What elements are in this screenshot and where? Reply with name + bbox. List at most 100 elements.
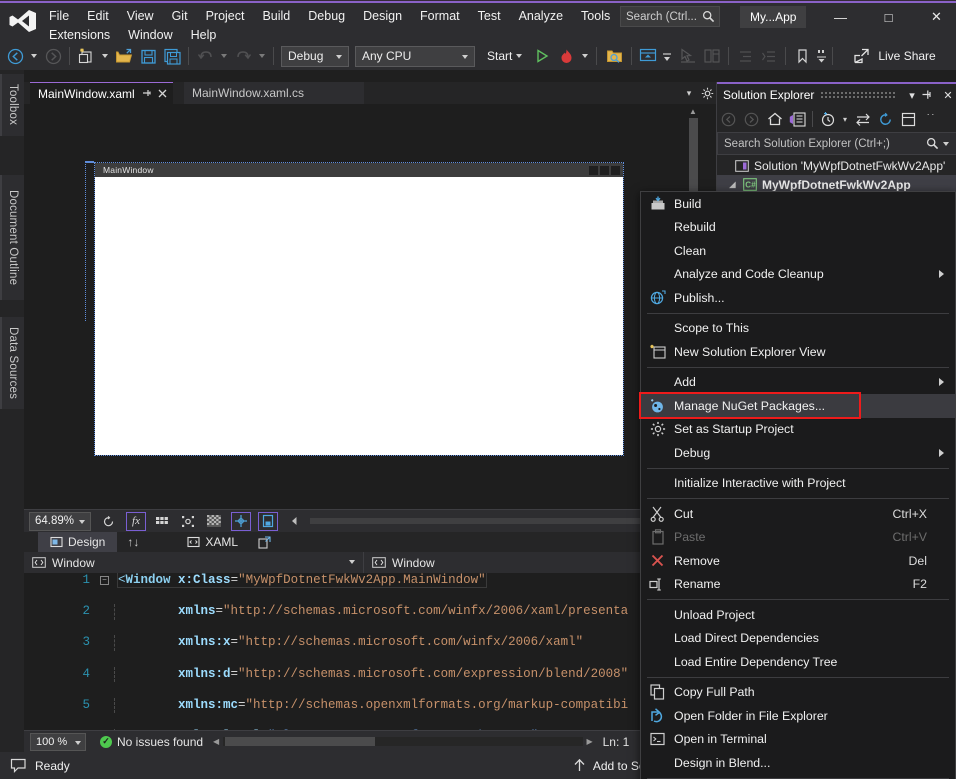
close-tab-icon[interactable] xyxy=(158,89,167,98)
search-solution-button[interactable] xyxy=(603,45,627,67)
maximize-button[interactable]: □ xyxy=(866,2,911,32)
hot-reload-dropdown-icon[interactable] xyxy=(582,54,588,58)
tab-xaml[interactable]: XAML xyxy=(175,532,250,552)
context-menu-item-new-solution-explorer-view[interactable]: New Solution Explorer View xyxy=(641,340,955,364)
enable-project-code-icon[interactable] xyxy=(258,512,278,531)
context-menu-item-publish[interactable]: Publish... xyxy=(641,286,955,310)
new-project-dropdown-icon[interactable] xyxy=(102,54,108,58)
code-line[interactable]: 3 xmlns:x="http://schemas.microsoft.com/… xyxy=(24,635,700,651)
navigate-forward-icon[interactable] xyxy=(740,108,763,130)
menu-item-view[interactable]: View xyxy=(118,7,163,25)
context-menu-item-unload-project[interactable]: Unload Project xyxy=(641,603,955,627)
preview-dropdown-icon[interactable] xyxy=(660,45,673,67)
menu-item-edit[interactable]: Edit xyxy=(78,7,118,25)
issues-indicator[interactable]: ✓ No issues found xyxy=(100,735,203,749)
xaml-designer-surface[interactable]: MainWindow ▲ xyxy=(24,104,700,509)
code-line[interactable]: 2 xmlns="http://schemas.microsoft.com/wi… xyxy=(24,604,700,620)
context-menu-item-rebuild[interactable]: Rebuild xyxy=(641,216,955,240)
panel-menu-icon[interactable]: ▾ xyxy=(903,89,921,102)
menu-item-build[interactable]: Build xyxy=(253,7,299,25)
context-menu-item-debug[interactable]: Debug xyxy=(641,441,955,465)
show-transparency-grid-icon[interactable] xyxy=(204,512,224,531)
undo-button[interactable] xyxy=(193,45,217,67)
context-menu-item-clean[interactable]: Clean xyxy=(641,239,955,263)
pending-changes-dropdown-icon[interactable]: ▾ xyxy=(839,108,851,130)
navigate-backward-dropdown-icon[interactable] xyxy=(31,54,37,58)
pin-panel-icon[interactable] xyxy=(921,89,939,101)
context-menu-item-design-in-blend[interactable]: Design in Blend... xyxy=(641,751,955,775)
menu-item-format[interactable]: Format xyxy=(411,7,469,25)
menu-item-extensions[interactable]: Extensions xyxy=(40,26,119,44)
context-menu-item-load-entire-dependency-tree[interactable]: Load Entire Dependency Tree xyxy=(641,650,955,674)
scroll-right-icon[interactable]: ▶ xyxy=(583,737,597,746)
open-file-button[interactable] xyxy=(112,45,136,67)
editor-horizontal-scrollbar[interactable]: ◀ ▶ xyxy=(209,731,597,753)
context-menu-item-open-in-terminal[interactable]: Open in Terminal xyxy=(641,728,955,752)
context-menu-item-scope-to-this[interactable]: Scope to This xyxy=(641,317,955,341)
increase-indent-button[interactable] xyxy=(757,45,781,67)
code-lines[interactable]: 1−<Window x:Class="MyWpfDotnetFwkWv2App.… xyxy=(24,573,700,730)
menu-item-debug[interactable]: Debug xyxy=(299,7,354,25)
start-dropdown-icon[interactable] xyxy=(516,54,522,58)
redo-dropdown-icon[interactable] xyxy=(259,54,265,58)
refresh-icon[interactable] xyxy=(874,108,897,130)
scroll-left-icon[interactable]: ◀ xyxy=(209,737,223,746)
pending-changes-icon[interactable] xyxy=(816,108,839,130)
context-menu-item-add[interactable]: Add xyxy=(641,371,955,395)
solution-explorer-search[interactable]: Search Solution Explorer (Ctrl+;) xyxy=(717,132,956,155)
close-button[interactable]: ✕ xyxy=(914,2,956,32)
menu-item-design[interactable]: Design xyxy=(354,7,411,25)
hot-reload-button[interactable] xyxy=(554,45,578,67)
decrease-indent-button[interactable] xyxy=(733,45,757,67)
snaplines-icon[interactable] xyxy=(231,512,251,531)
new-project-button[interactable] xyxy=(74,45,98,67)
designed-window-canvas[interactable] xyxy=(95,177,623,455)
fold-toggle-icon[interactable]: − xyxy=(100,576,109,585)
start-debug-button[interactable]: Start xyxy=(483,49,530,63)
swap-panes-button[interactable]: ↑↓ xyxy=(117,535,149,549)
minimize-button[interactable]: — xyxy=(818,2,863,32)
tab-overflow-button[interactable]: ▾ xyxy=(678,82,700,104)
live-visual-tree-button[interactable] xyxy=(700,45,724,67)
navigate-forward-button[interactable] xyxy=(41,45,65,67)
start-without-debugging-button[interactable] xyxy=(530,45,554,67)
xaml-code-editor[interactable]: 1−<Window x:Class="MyWpfDotnetFwkWv2App.… xyxy=(24,573,700,730)
document-tab-mainwindow-xaml-cs[interactable]: MainWindow.xaml.cs xyxy=(184,82,364,104)
h-scroll-thumb[interactable] xyxy=(225,737,375,746)
solution-configuration-combo[interactable]: Debug xyxy=(281,46,349,67)
panel-drag-handle[interactable] xyxy=(820,91,897,99)
designer-zoom-combo[interactable]: 64.89% xyxy=(29,512,91,531)
save-all-button[interactable] xyxy=(160,45,184,67)
close-panel-icon[interactable]: ✕ xyxy=(939,89,956,102)
breadcrumb-left[interactable]: Window xyxy=(24,552,364,573)
document-tab-mainwindow-xaml[interactable]: MainWindow.xaml xyxy=(30,82,173,104)
rail-tab-data-sources[interactable]: Data Sources xyxy=(0,317,24,409)
menu-item-tools[interactable]: Tools xyxy=(572,7,619,25)
code-line[interactable]: 1−<Window x:Class="MyWpfDotnetFwkWv2App.… xyxy=(24,573,700,589)
solution-tree[interactable]: Solution 'MyWpfDotnetFwkWv2App'◢C#MyWpfD… xyxy=(717,156,956,194)
solution-tree-item-solution[interactable]: Solution 'MyWpfDotnetFwkWv2App' xyxy=(717,156,956,175)
context-menu-item-initialize-interactive-with-project[interactable]: Initialize Interactive with Project xyxy=(641,472,955,496)
code-line[interactable]: 5 xmlns:mc="http://schemas.openxmlformat… xyxy=(24,698,700,714)
project-context-menu[interactable]: BuildRebuildCleanAnalyze and Code Cleanu… xyxy=(640,191,956,779)
menu-item-window[interactable]: Window xyxy=(119,26,181,44)
document-well-settings-button[interactable] xyxy=(698,82,716,104)
menu-item-test[interactable]: Test xyxy=(469,7,510,25)
select-element-button[interactable] xyxy=(676,45,700,67)
search-input[interactable]: Search (Ctrl... xyxy=(620,6,720,27)
context-menu-item-open-folder-in-file-explorer[interactable]: Open Folder in File Explorer xyxy=(641,704,955,728)
rail-tab-document-outline[interactable]: Document Outline xyxy=(0,175,24,300)
app-name-badge[interactable]: My...App xyxy=(740,6,806,28)
context-menu-item-copy-full-path[interactable]: Copy Full Path xyxy=(641,681,955,705)
home-icon[interactable] xyxy=(763,108,786,130)
redo-button[interactable] xyxy=(231,45,255,67)
pin-tab-icon[interactable] xyxy=(142,88,152,99)
menu-item-file[interactable]: File xyxy=(40,7,78,25)
reset-zoom-icon[interactable] xyxy=(98,512,118,531)
rail-tab-toolbox[interactable]: Toolbox xyxy=(0,74,24,136)
context-menu-item-build[interactable]: Build xyxy=(641,192,955,216)
solution-platform-combo[interactable]: Any CPU xyxy=(355,46,475,67)
grid-lines-icon[interactable] xyxy=(152,512,172,531)
context-menu-item-rename[interactable]: RenameF2 xyxy=(641,573,955,597)
chevron-down-icon[interactable] xyxy=(349,560,355,564)
